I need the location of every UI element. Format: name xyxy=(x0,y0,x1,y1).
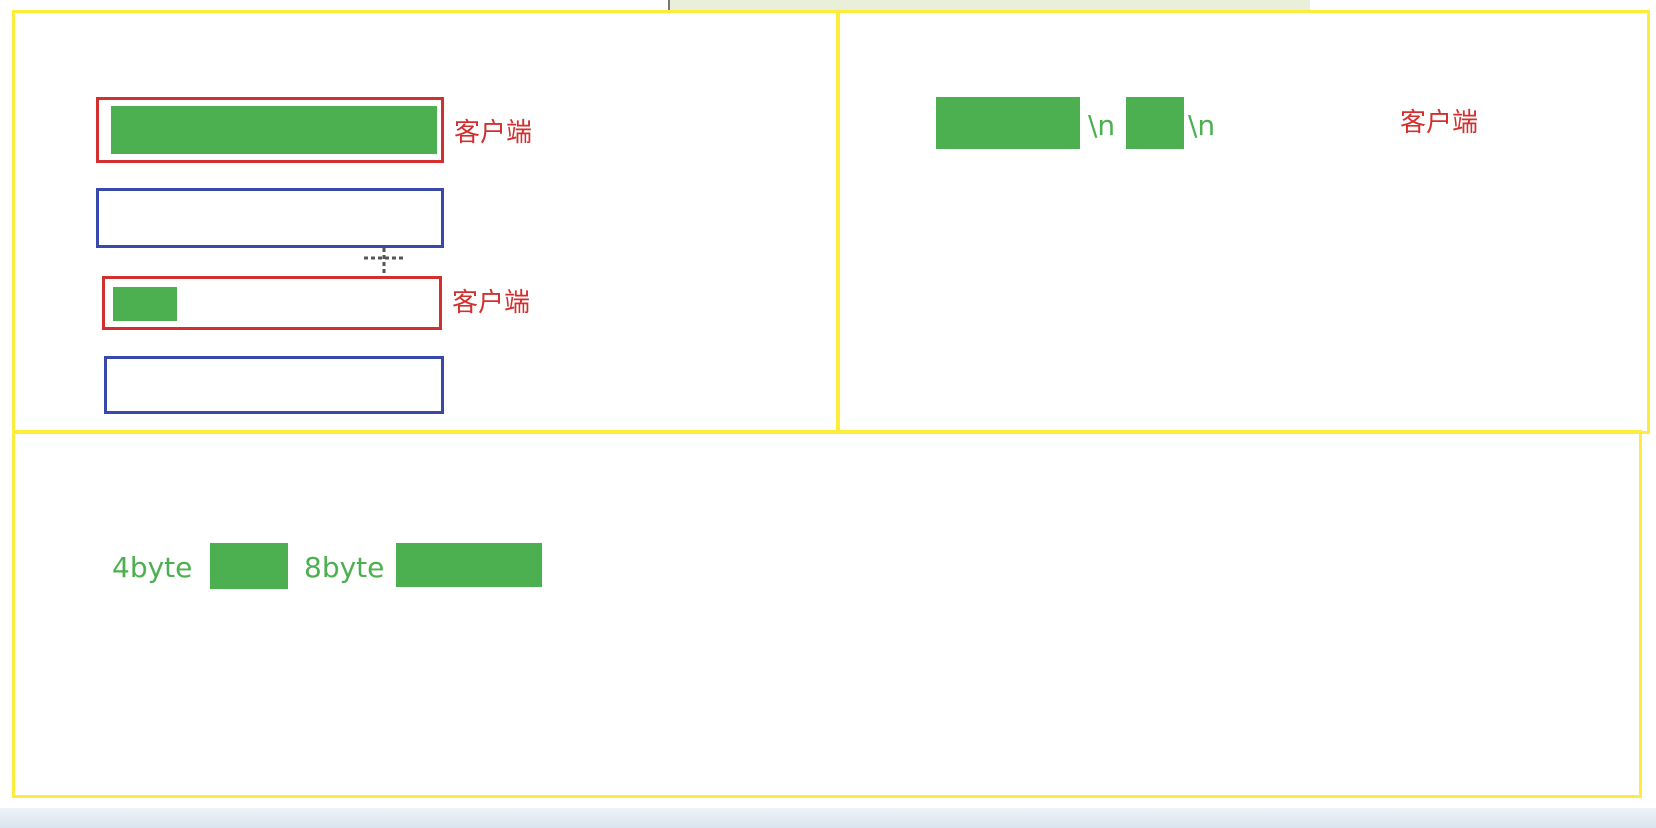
block-8byte xyxy=(396,543,542,587)
packet-block-1 xyxy=(936,97,1080,149)
window-bottom-edge xyxy=(0,808,1656,828)
buffer-box-empty-2[interactable] xyxy=(104,356,444,414)
data-fill-full xyxy=(111,106,437,154)
label-8byte: 8byte xyxy=(304,551,385,584)
panel-length-prefix[interactable] xyxy=(12,430,1642,798)
client-label-3: 客户端 xyxy=(1400,108,1479,138)
packet-block-2 xyxy=(1126,97,1184,149)
buffer-box-partial[interactable] xyxy=(102,276,442,330)
label-4byte: 4byte xyxy=(112,551,193,584)
buffer-box-empty-1[interactable] xyxy=(96,188,444,248)
data-fill-partial xyxy=(113,287,177,321)
drawing-canvas[interactable]: 客户端 客户端 \n \n 客户端 4byte 8byte xyxy=(0,0,1656,828)
newline-separator-1: \n xyxy=(1088,109,1116,142)
panel-delimiter[interactable] xyxy=(836,10,1650,434)
newline-separator-2: \n xyxy=(1188,109,1216,142)
block-4byte xyxy=(210,543,288,589)
client-label-2: 客户端 xyxy=(452,288,531,318)
client-label-1: 客户端 xyxy=(454,118,533,148)
buffer-box-full[interactable] xyxy=(96,97,444,163)
move-crosshair-icon xyxy=(364,248,404,276)
